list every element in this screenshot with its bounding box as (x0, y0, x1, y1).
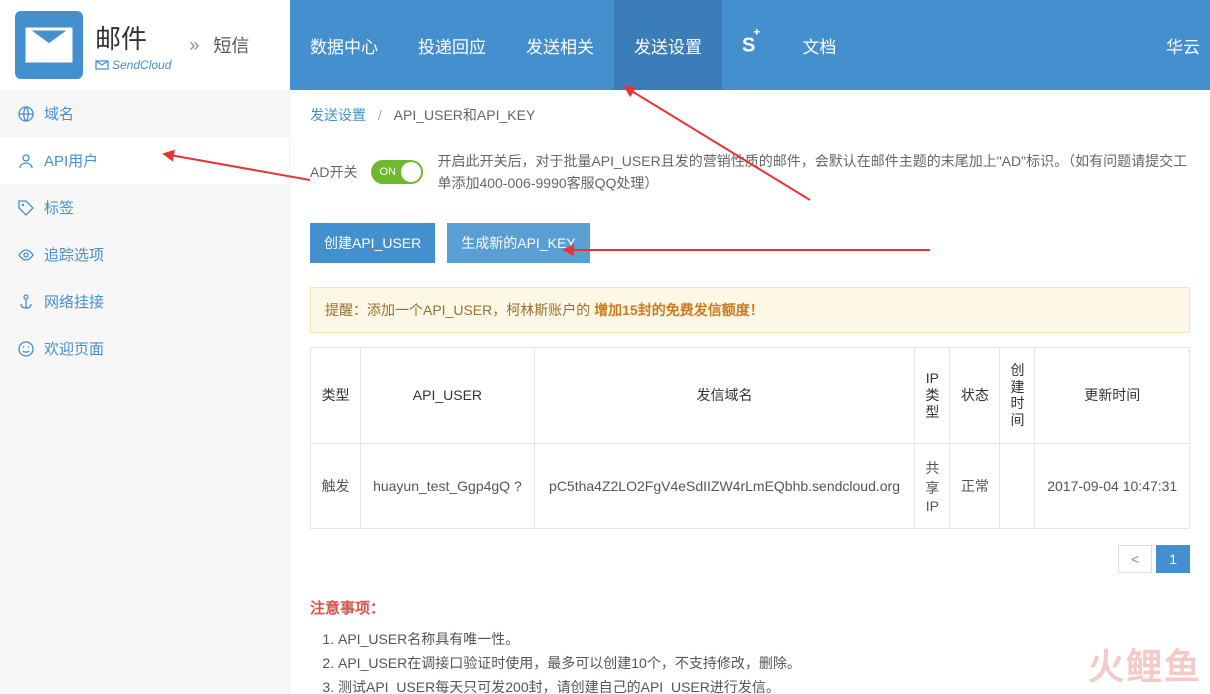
nav-send-related[interactable]: 发送相关 (506, 0, 614, 90)
th-domain: 发信域名 (534, 347, 915, 443)
breadcrumb: 发送设置 / API_USER和API_KEY (290, 90, 1210, 140)
th-updated: 更新时间 (1035, 347, 1190, 443)
th-created: 创建时间 (1000, 347, 1035, 443)
ad-switch-label: AD开关 (310, 161, 357, 183)
cell-type: 触发 (311, 443, 361, 528)
notes-title: 注意事项： (310, 597, 1190, 618)
main-content: 发送设置 / API_USER和API_KEY AD开关 ON 开启此开关后，对… (290, 90, 1210, 694)
th-ip-type: IP类型 (915, 347, 950, 443)
nav-s-plus[interactable]: S+ (722, 0, 782, 90)
logo-section: 邮件 SendCloud » 短信 (0, 0, 290, 90)
table-header-row: 类型 API_USER 发信域名 IP类型 状态 创建时间 更新时间 (311, 347, 1190, 443)
th-type: 类型 (311, 347, 361, 443)
note-item: API_USER名称具有唯一性。 (338, 628, 1190, 652)
sidebar-item-domain[interactable]: 域名 (0, 90, 289, 137)
tag-icon (18, 200, 34, 216)
expand-icon[interactable]: » (189, 35, 199, 56)
create-api-user-button[interactable]: 创建API_USER (310, 223, 435, 263)
sidebar-item-label: 标签 (44, 197, 74, 218)
breadcrumb-current: API_USER和API_KEY (394, 107, 536, 123)
cell-api-user: huayun_test_Ggp4gQ ? (361, 443, 535, 528)
nav-delivery[interactable]: 投递回应 (398, 0, 506, 90)
cell-updated: 2017-09-04 10:47:31 (1035, 443, 1190, 528)
sidebar: 域名 API用户 标签 追踪选项 网络挂接 欢迎页面 (0, 90, 290, 694)
eye-icon (18, 247, 34, 263)
alert-bold: 增加15封的免费发信额度！ (594, 302, 764, 318)
ad-description: 开启此开关后，对于批量API_USER且发的营销性质的邮件，会默认在邮件主题的末… (437, 150, 1190, 195)
nav-data-center[interactable]: 数据中心 (290, 0, 398, 90)
sidebar-item-label: API用户 (44, 150, 98, 171)
mail-logo-icon (15, 11, 83, 79)
nav-send-settings[interactable]: 发送设置 (614, 0, 722, 90)
sidebar-item-label: 网络挂接 (44, 291, 104, 312)
sidebar-item-api-user[interactable]: API用户 (0, 137, 289, 184)
table-row[interactable]: 触发 huayun_test_Ggp4gQ ? pC5tha4Z2LO2FgV4… (311, 443, 1190, 528)
breadcrumb-sep: / (378, 107, 382, 123)
cell-status: 正常 (950, 443, 1000, 528)
reminder-alert: 提醒：添加一个API_USER，柯林斯账户的 增加15封的免费发信额度！ (310, 287, 1190, 333)
cell-domain: pC5tha4Z2LO2FgV4eSdIIZW4rLmEQbhb.sendclo… (534, 443, 915, 528)
sidebar-item-webhook[interactable]: 网络挂接 (0, 278, 289, 325)
notes-section: 注意事项： API_USER名称具有唯一性。 API_USER在调接口验证时使用… (290, 589, 1210, 694)
sidebar-item-label: 追踪选项 (44, 244, 104, 265)
alert-prefix: 提醒： (325, 302, 367, 318)
page-1-button[interactable]: 1 (1156, 545, 1190, 573)
logo-title: 邮件 (95, 19, 171, 56)
api-user-table: 类型 API_USER 发信域名 IP类型 状态 创建时间 更新时间 触发 hu… (310, 347, 1190, 529)
toggle-text: ON (379, 164, 396, 182)
sidebar-item-tracking[interactable]: 追踪选项 (0, 231, 289, 278)
top-nav: 数据中心 投递回应 发送相关 发送设置 S+ 文档 华云 (290, 0, 1210, 90)
sidebar-item-label: 域名 (44, 103, 74, 124)
anchor-icon (18, 294, 34, 310)
user-icon (18, 153, 34, 169)
sidebar-item-tags[interactable]: 标签 (0, 184, 289, 231)
th-status: 状态 (950, 347, 1000, 443)
toggle-knob (401, 162, 421, 182)
ad-toggle[interactable]: ON (371, 160, 423, 184)
th-api-user: API_USER (361, 347, 535, 443)
page-prev-button[interactable]: < (1118, 545, 1152, 573)
note-item: 测试API_USER每天只可发200封，请创建自己的API_USER进行发信。 (338, 676, 1190, 694)
generate-api-key-button[interactable]: 生成新的API_KEY (447, 223, 589, 263)
nav-docs[interactable]: 文档 (782, 0, 856, 90)
nav-account[interactable]: 华云 (1166, 33, 1210, 58)
sidebar-item-label: 欢迎页面 (44, 338, 104, 359)
note-item: API_USER在调接口验证时使用，最多可以创建10个，不支持修改，删除。 (338, 652, 1190, 676)
logo-brand: SendCloud (95, 58, 171, 72)
globe-icon (18, 106, 34, 122)
cell-created (1000, 443, 1035, 528)
breadcrumb-root[interactable]: 发送设置 (310, 107, 366, 123)
sidebar-item-welcome[interactable]: 欢迎页面 (0, 325, 289, 372)
smile-icon (18, 341, 34, 357)
pagination: < 1 (290, 529, 1210, 589)
cell-ip-type: 共享IP (915, 443, 950, 528)
alert-text: 添加一个API_USER，柯林斯账户的 (367, 302, 594, 318)
sms-link[interactable]: 短信 (213, 32, 249, 58)
